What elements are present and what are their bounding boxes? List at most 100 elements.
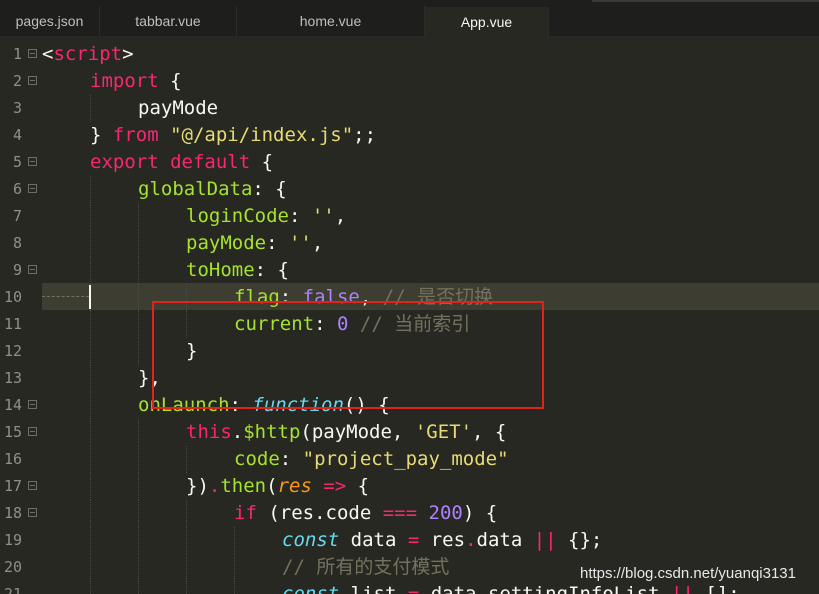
line-number: 17 [3,477,22,495]
line-number: 19 [3,531,22,549]
code-text: toHome: { [186,257,289,284]
fold-toggle-icon[interactable] [28,265,37,274]
code-line[interactable]: 3 payMode [0,95,819,122]
code-token: . [465,529,477,551]
code-token: settingInfoList [487,583,671,594]
code-token: }) [186,475,209,497]
line-number: 13 [3,369,22,387]
code-token: script [53,43,123,65]
code-text: import { [90,68,182,95]
code-token: , { [472,421,507,443]
line-number: 18 [3,504,22,522]
code-line[interactable]: 6 globalData: { [0,176,819,203]
code-line[interactable]: 21 const list = data.settingInfoList || [… [0,581,819,594]
line-number: 3 [12,99,22,117]
code-token: import [90,70,159,92]
code-line[interactable]: 15 this.$http(payMode, 'GET', { [0,419,819,446]
code-token: || [670,583,694,594]
tab-tabbar-vue[interactable]: tabbar.vue [100,6,237,36]
code-token: then [220,475,267,497]
code-token: , [311,232,324,254]
code-text: globalData: { [138,176,287,203]
code-line[interactable]: 16 code: "project_pay_mode" [0,446,819,473]
line-number: 9 [12,261,22,279]
tab-bar-divider [592,0,819,2]
line-number: 14 [3,396,22,414]
line-number: 4 [12,126,22,144]
tab-app-vue[interactable]: App.vue [425,7,549,37]
code-text: // 所有的支付模式 [282,554,449,581]
code-line[interactable]: 17}).then(res => { [0,473,819,500]
code-token: res [419,529,466,551]
code-token: : { [252,178,287,200]
line-number: 8 [12,234,22,252]
line-number: 1 [12,45,22,63]
code-line[interactable]: 7 loginCode: '', [0,203,819,230]
code-token: globalData [138,178,253,200]
code-token: < [42,43,54,65]
fold-toggle-icon[interactable] [28,76,37,85]
code-line[interactable]: 5 export default { [0,149,819,176]
code-line[interactable]: 19 const data = res.data || {}; [0,527,819,554]
code-token: $http [243,421,301,443]
fold-toggle-icon[interactable] [28,400,37,409]
line-number: 21 [3,585,22,594]
line-number: 16 [3,450,22,468]
code-line[interactable]: 8 payMode: '', [0,230,819,257]
code-editor[interactable]: 1 <script> 2 import {3 payMode 4} from "@/api… [0,40,819,594]
code-token: . [208,475,221,497]
tab-home-vue[interactable]: home.vue [237,6,425,36]
text-cursor [89,285,91,309]
code-token: === [382,502,418,524]
code-token: , [334,205,347,227]
fold-toggle-icon[interactable] [28,508,37,517]
code-token: : [288,205,312,227]
line-number: 7 [12,207,22,225]
code-text: loginCode: '', [186,203,346,230]
code-token: 'GET' [414,421,473,443]
code-line[interactable]: 9 toHome: { [0,257,819,284]
code-token: from [112,124,159,146]
watermark-url: https://blog.csdn.net/yuanqi3131 [580,565,796,582]
code-text: payMode [138,95,218,122]
code-token: "project_pay_mode" [302,448,509,470]
fold-toggle-icon[interactable] [28,49,37,58]
fold-toggle-icon[interactable] [28,481,37,490]
code-token: '' [288,232,312,254]
code-token: } [90,124,113,146]
code-token: (res.code [256,502,383,524]
code-token: loginCode [186,205,289,227]
code-token: || [533,529,557,551]
code-text: payMode: '', [186,230,323,257]
fold-toggle-icon[interactable] [28,184,37,193]
code-token: : [266,232,289,254]
code-token: code [234,448,280,470]
code-token: const [282,529,340,551]
code-token: => [323,475,347,497]
code-token: : { [254,259,289,281]
code-token: []; [693,583,740,594]
code-text: } from "@/api/index.js";; [90,122,376,149]
editor-tab-bar: pages.json tabbar.vue home.vue App.vue [0,0,819,37]
code-line[interactable]: 18 if (res.code === 200) { [0,500,819,527]
code-text: this.$http(payMode, 'GET', { [186,419,506,446]
code-token: if [234,502,257,524]
code-token: payMode [186,232,267,254]
code-token: "@/api/index.js" [170,124,354,146]
code-token: export [90,151,159,173]
fold-toggle-icon[interactable] [28,157,37,166]
line-number: 15 [3,423,22,441]
code-text: if (res.code === 200) { [234,500,497,527]
code-token: // 所有的支付模式 [282,556,450,578]
code-line[interactable]: 2 import { [0,68,819,95]
code-token: data [476,529,534,551]
code-token: default [170,151,251,173]
code-line[interactable]: 4} from "@/api/index.js";; [0,122,819,149]
code-line[interactable]: 1 <script> [0,41,819,68]
tab-pages-json[interactable]: pages.json [0,6,100,36]
line-number: 5 [12,153,22,171]
code-token: ;; [353,124,377,146]
fold-toggle-icon[interactable] [28,427,37,436]
tab-label: home.vue [299,13,362,29]
